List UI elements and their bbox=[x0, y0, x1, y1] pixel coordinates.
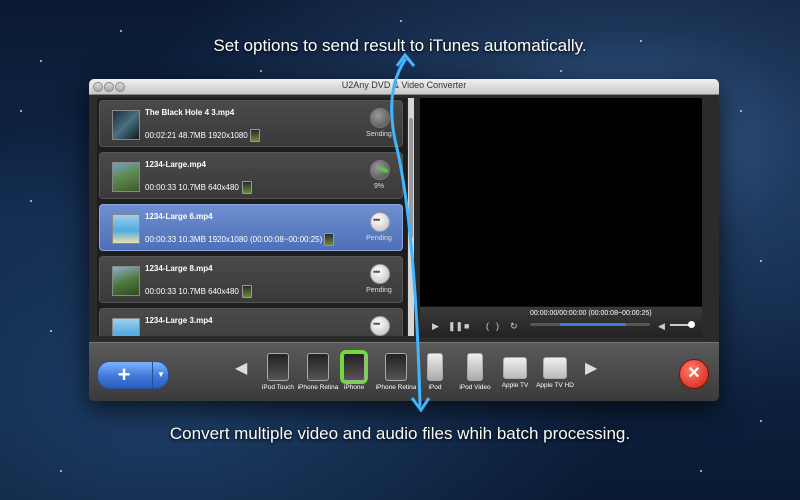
file-name: 1234-Large 6.mp4 bbox=[145, 212, 213, 221]
ipod-video-icon bbox=[467, 353, 483, 381]
video-thumbnail bbox=[112, 162, 140, 192]
file-item[interactable]: 1234-Large 8.mp4 00:00:33 10.7MB 640x480… bbox=[99, 256, 403, 303]
arrowhead-icon bbox=[395, 52, 416, 67]
iphone-retina-icon bbox=[385, 353, 407, 381]
file-meta: 00:00:33 10.7MB 640x480 bbox=[145, 183, 239, 192]
window-title: U2Any DVD & Video Converter bbox=[341, 80, 467, 90]
iphone-retina-icon bbox=[307, 353, 329, 381]
file-status: Pending bbox=[366, 287, 392, 294]
file-item[interactable]: 1234-Large.mp4 00:00:33 10.7MB 640x480 9… bbox=[99, 152, 403, 199]
stop-conversion-button[interactable]: ✕ bbox=[679, 359, 709, 389]
pending-icon bbox=[370, 316, 390, 336]
device-apple-tv-hd[interactable]: Apple TV HD bbox=[530, 353, 580, 389]
seek-bar[interactable] bbox=[530, 323, 650, 326]
video-thumbnail bbox=[112, 266, 140, 296]
device-label: Apple TV HD bbox=[536, 382, 574, 389]
sending-icon bbox=[370, 108, 390, 128]
bottom-toolbar: + ▼ ◀ iPod Touch iPhone Retina iPhone iP… bbox=[89, 342, 719, 401]
device-icon bbox=[324, 233, 334, 246]
scrollbar-thumb[interactable] bbox=[409, 118, 413, 238]
file-meta: 00:02:21 48.7MB 1920x1080 bbox=[145, 131, 248, 140]
timecode: 00:00:00/00:00:00 (00:00:08~00:00:25) bbox=[530, 310, 652, 317]
file-status: 9% bbox=[373, 183, 385, 190]
ipod-icon bbox=[427, 353, 443, 381]
device-icon bbox=[242, 285, 252, 298]
apple-tv-hd-icon bbox=[543, 357, 567, 379]
file-item[interactable]: The Black Hole 4 3.mp4 00:02:21 48.7MB 1… bbox=[99, 100, 403, 147]
iphone-icon bbox=[343, 353, 365, 381]
mark-in-icon[interactable]: ( bbox=[486, 321, 489, 331]
caption-top: Set options to send result to iTunes aut… bbox=[213, 36, 587, 55]
file-name: The Black Hole 4 3.mp4 bbox=[145, 108, 235, 117]
pending-icon bbox=[370, 264, 390, 284]
volume-knob[interactable] bbox=[688, 321, 695, 328]
file-list-scrollbar[interactable] bbox=[408, 98, 414, 336]
seek-selection bbox=[560, 323, 626, 326]
file-item[interactable]: 1234-Large 3.mp4 bbox=[99, 308, 403, 336]
ipod-touch-icon bbox=[267, 353, 289, 381]
chevron-down-icon[interactable]: ▼ bbox=[152, 362, 169, 388]
chevron-left-icon[interactable]: ◀ bbox=[235, 358, 247, 378]
file-name: 1234-Large 8.mp4 bbox=[145, 264, 213, 273]
loop-icon[interactable]: ↻ bbox=[510, 321, 518, 332]
plus-icon: + bbox=[117, 362, 131, 387]
file-meta: 00:00:33 10.3MB 1920x1080 (00:00:08~00:0… bbox=[145, 235, 323, 244]
video-thumbnail bbox=[112, 214, 140, 244]
app-window: U2Any DVD & Video Converter The Black Ho… bbox=[89, 79, 719, 401]
pause-icon[interactable]: ❚❚ bbox=[448, 321, 463, 332]
device-icon bbox=[242, 181, 252, 194]
chevron-right-icon[interactable]: ▶ bbox=[585, 358, 597, 378]
device-icon bbox=[250, 129, 260, 142]
file-meta: 00:00:33 10.7MB 640x480 bbox=[145, 287, 239, 296]
video-preview bbox=[420, 98, 702, 306]
file-status: Sending bbox=[366, 131, 392, 138]
progress-icon bbox=[370, 160, 390, 180]
file-name: 1234-Large.mp4 bbox=[145, 160, 206, 169]
file-name: 1234-Large 3.mp4 bbox=[145, 316, 213, 325]
mark-out-icon[interactable]: ) bbox=[496, 321, 499, 331]
apple-tv-icon bbox=[503, 357, 527, 379]
player-controls: 00:00:00/00:00:00 (00:00:08~00:00:25) ▶ … bbox=[420, 306, 702, 337]
add-files-button[interactable]: + ▼ bbox=[97, 361, 169, 389]
pending-icon bbox=[370, 212, 390, 232]
volume-icon[interactable]: ◀ bbox=[658, 321, 665, 332]
file-list[interactable]: The Black Hole 4 3.mp4 00:02:21 48.7MB 1… bbox=[97, 98, 407, 336]
title-bar[interactable]: U2Any DVD & Video Converter bbox=[89, 79, 719, 95]
play-icon[interactable]: ▶ bbox=[432, 321, 439, 332]
file-item-selected[interactable]: 1234-Large 6.mp4 00:00:33 10.3MB 1920x10… bbox=[99, 204, 403, 251]
caption-bottom: Convert multiple video and audio files w… bbox=[169, 424, 631, 443]
video-thumbnail bbox=[112, 318, 140, 336]
video-thumbnail bbox=[112, 110, 140, 140]
file-status: Pending bbox=[366, 235, 392, 242]
stop-icon[interactable]: ■ bbox=[464, 321, 469, 331]
